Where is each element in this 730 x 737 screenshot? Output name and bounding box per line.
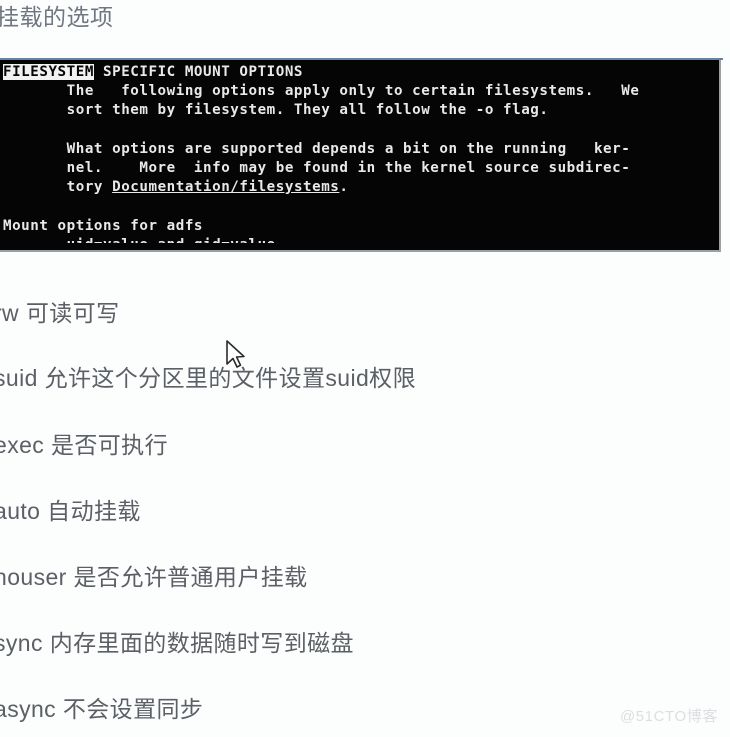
option-desc: 是否可执行 xyxy=(44,432,168,458)
terminal-section-heading: Mount options for adfs xyxy=(3,217,204,234)
terminal-header-rest: SPECIFIC MOUNT OPTIONS xyxy=(93,64,304,80)
watermark: @51CTO博客 xyxy=(619,708,718,725)
terminal-line-0: The following options apply only to cert… xyxy=(3,83,640,100)
list-item: rw 可读可写 xyxy=(0,297,119,329)
filesystem-highlight: FILESYSTEM xyxy=(3,64,94,80)
terminal-screenshot: FILESYSTEM SPECIFIC MOUNT OPTIONS The fo… xyxy=(0,58,723,254)
terminal-line-suffix: . xyxy=(339,179,349,196)
list-item: nouser 是否允许普通用户挂载 xyxy=(0,561,308,593)
option-desc: 可读可写 xyxy=(19,300,120,326)
documentation-filesystems-link[interactable]: Documentation/filesystems xyxy=(112,179,339,195)
page-title: 挂载的选项 xyxy=(0,4,114,30)
option-key: rw xyxy=(0,300,20,326)
option-desc: 内存里面的数据随时写到磁盘 xyxy=(42,630,354,656)
terminal-line-3: What options are supported depends a bit… xyxy=(3,140,631,157)
list-item: suid 允许这个分区里的文件设置suid权限 xyxy=(0,362,416,394)
option-key: async xyxy=(0,696,57,722)
list-item: sync 内存里面的数据随时写到磁盘 xyxy=(0,627,354,659)
list-item: async 不会设置同步 xyxy=(0,693,203,725)
terminal-line-6 xyxy=(0,197,719,216)
option-desc: 自动挂载 xyxy=(40,498,141,524)
list-item: exec 是否可执行 xyxy=(0,429,168,461)
terminal-line-1: sort them by filesystem. They all follow… xyxy=(3,102,549,119)
option-desc: 不会设置同步 xyxy=(56,696,204,722)
terminal-line-clipped: uid=value and gid=value xyxy=(0,236,719,243)
terminal-line-doc-path: tory Documentation/filesystems. xyxy=(0,178,719,197)
option-key: exec xyxy=(0,432,45,458)
option-key: sync xyxy=(0,630,43,656)
terminal-line-2 xyxy=(0,121,719,140)
option-key: suid xyxy=(0,365,38,391)
option-desc: 是否允许普通用户挂载 xyxy=(66,564,308,590)
option-key: nouser xyxy=(0,564,67,590)
terminal-line-prefix: tory xyxy=(3,179,113,196)
list-item: auto 自动挂载 xyxy=(0,495,141,527)
terminal-header-line: FILESYSTEM SPECIFIC MOUNT OPTIONS xyxy=(0,63,719,82)
terminal-line-4: nel. More info may be found in the kerne… xyxy=(3,160,631,177)
option-desc: 允许这个分区里的文件设置suid权限 xyxy=(37,365,416,391)
option-key: auto xyxy=(0,498,41,524)
terminal-body: FILESYSTEM SPECIFIC MOUNT OPTIONS The fo… xyxy=(0,60,721,252)
